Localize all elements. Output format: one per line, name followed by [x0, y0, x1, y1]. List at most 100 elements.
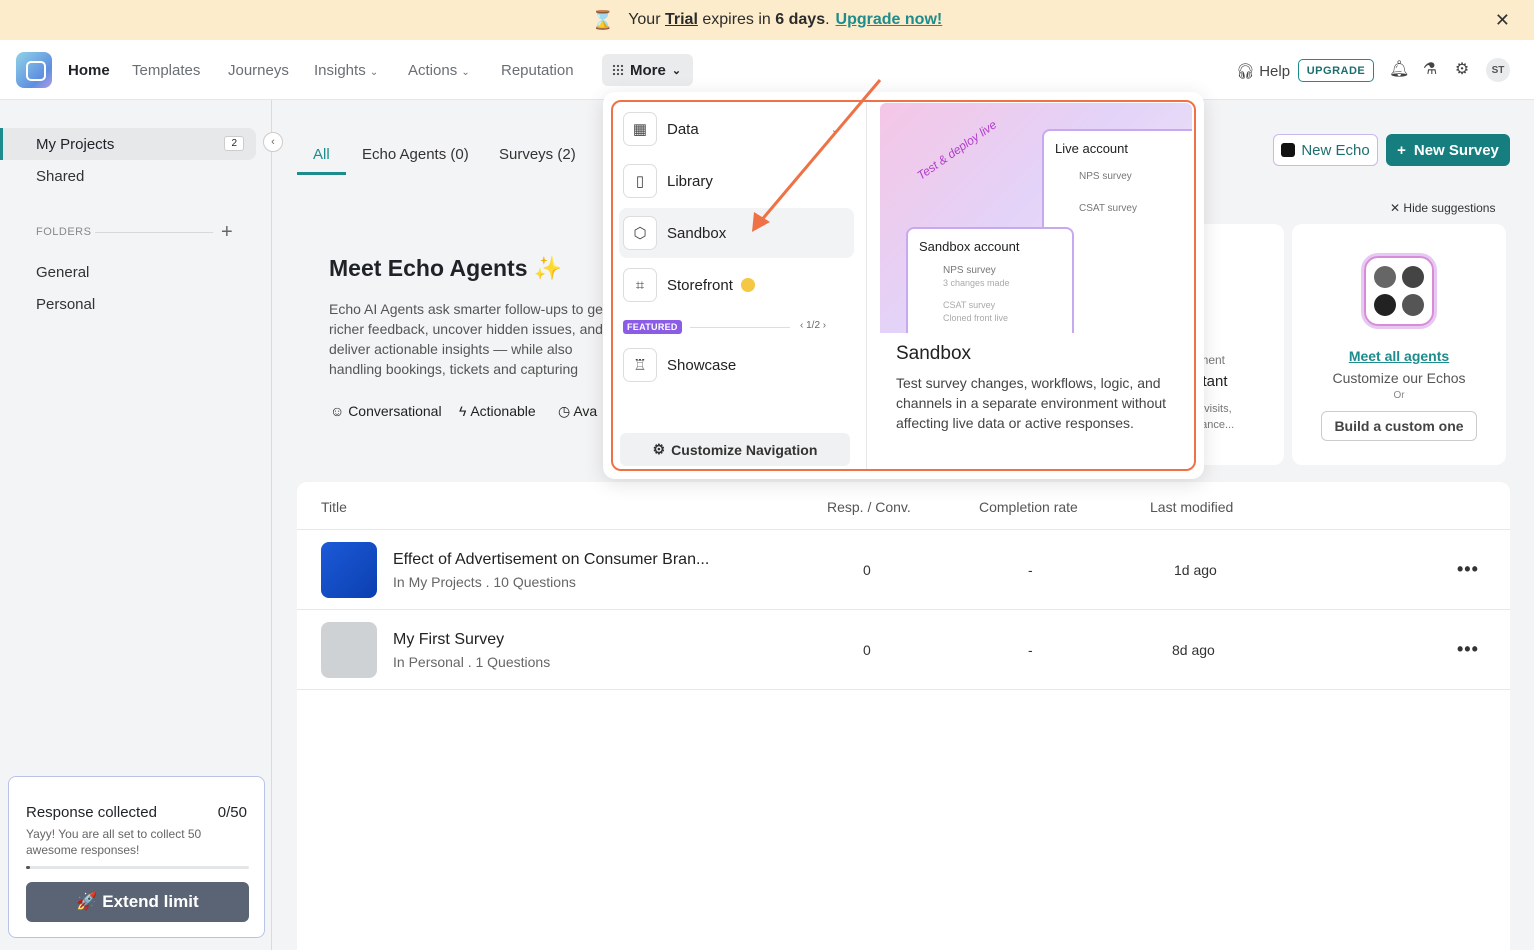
sandbox-preview-image: Test & deploy live Live account NPS surv…: [880, 103, 1192, 333]
help-button[interactable]: 🎧︎ Help: [1236, 62, 1290, 80]
feature-conversational: ☺ Conversational: [330, 403, 442, 419]
banner-days: 6 days: [775, 11, 826, 28]
sidebar-item-my-projects[interactable]: My Projects 2: [0, 128, 256, 160]
avatar: [1402, 294, 1424, 316]
banner-expires: expires in: [702, 11, 771, 28]
echo-title: Meet Echo Agents ✨: [329, 255, 563, 281]
tab-all[interactable]: All: [313, 146, 330, 163]
add-folder-icon[interactable]: +: [221, 221, 233, 244]
response-progress: [26, 866, 249, 869]
bell-icon[interactable]: 🔔︎: [1389, 61, 1409, 79]
gear-icon[interactable]: ⚙: [1453, 61, 1471, 79]
tab-echo-agents[interactable]: Echo Agents (0): [362, 146, 469, 163]
book-icon: ▯: [623, 164, 657, 198]
menu-item-showcase[interactable]: ♖ Showcase: [619, 340, 854, 390]
bolt-icon: ϟ: [459, 403, 467, 419]
menu-item-storefront[interactable]: ⌗ Storefront: [619, 260, 854, 310]
clock-icon: ◷: [558, 403, 571, 419]
nav-templates[interactable]: Templates: [132, 62, 200, 79]
nav-insights[interactable]: Insights ⌄: [314, 62, 378, 79]
hide-suggestions-button[interactable]: ✕ Hide suggestions: [1390, 201, 1495, 215]
response-title: Response collected: [26, 804, 157, 821]
sidebar-item-shared[interactable]: Shared: [36, 168, 84, 185]
row-title[interactable]: My First Survey: [393, 631, 504, 649]
new-echo-button[interactable]: New Echo: [1273, 134, 1378, 166]
preview-description: Test survey changes, workflows, logic, a…: [896, 375, 1167, 431]
new-echo-label: New Echo: [1301, 141, 1370, 159]
new-survey-button[interactable]: + New Survey: [1386, 134, 1510, 166]
col-completion: Completion rate: [979, 499, 1078, 515]
preview-title: Sandbox: [896, 343, 972, 364]
menu-item-sandbox[interactable]: ⬡ Sandbox: [619, 208, 854, 258]
nav-actions-label: Actions: [408, 62, 458, 79]
chevron-down-icon: ⌄: [461, 67, 470, 78]
chevron-down-icon: ⌄: [671, 64, 682, 77]
nav-reputation[interactable]: Reputation: [501, 62, 574, 79]
row-subtitle: In Personal . 1 Questions: [393, 654, 551, 670]
sitemap-icon: ⌗: [623, 268, 657, 302]
row-resp: 0: [863, 562, 871, 578]
menu-item-library[interactable]: ▯ Library: [619, 156, 854, 206]
chevron-down-icon: ⌄: [369, 67, 379, 78]
plus-icon: +: [1397, 141, 1406, 159]
nav-actions[interactable]: Actions ⌄: [408, 62, 470, 79]
echo-icon: [1281, 143, 1296, 157]
nav-insights-label: Insights: [314, 62, 366, 79]
more-menu-button[interactable]: More ⌄: [602, 54, 693, 86]
row-modified: 1d ago: [1174, 562, 1217, 578]
extend-limit-button[interactable]: 🚀 Extend limit: [26, 882, 249, 922]
app-logo[interactable]: [16, 52, 52, 88]
response-desc: Yayy! You are all set to collect 50 awes…: [26, 827, 202, 857]
close-icon[interactable]: ✕: [1495, 10, 1510, 31]
cube-icon: ⬡: [623, 216, 657, 250]
upgrade-button[interactable]: UPGRADE: [1298, 59, 1374, 82]
menu-item-label: Data: [667, 120, 699, 138]
menu-item-label: Showcase: [667, 356, 737, 374]
featured-badge: FEATURED: [623, 320, 682, 334]
divider: [690, 327, 790, 328]
echo-description: Echo AI Agents ask smarter follow-ups to…: [329, 301, 607, 377]
gear-icon: ⚙: [652, 441, 666, 457]
sidebar-item-general[interactable]: General: [36, 264, 89, 281]
collapse-sidebar-icon[interactable]: ‹: [263, 132, 283, 152]
meet-all-agents-link[interactable]: Meet all agents: [1292, 348, 1506, 364]
help-label: Help: [1259, 63, 1291, 80]
active-tab-indicator: [297, 172, 346, 175]
upgrade-now-link[interactable]: Upgrade now!: [836, 11, 943, 29]
menu-item-data[interactable]: ▦ Data ⌄: [619, 104, 854, 154]
feature-label: Conversational: [348, 403, 442, 419]
tab-surveys[interactable]: Surveys (2): [499, 146, 576, 163]
progress-fill: [26, 866, 31, 869]
folders-heading: FOLDERS: [36, 226, 92, 238]
featured-pager[interactable]: ‹ 1/2 ›: [800, 320, 826, 331]
meet-sub: Customize our Echos: [1332, 370, 1466, 386]
hourglass-icon: ⌛: [591, 9, 615, 30]
nav-home[interactable]: Home: [68, 62, 110, 79]
row-title[interactable]: Effect of Advertisement on Consumer Bran…: [393, 551, 709, 569]
divider: [297, 689, 1510, 690]
row-resp: 0: [863, 642, 871, 658]
survey-table: Title Resp. / Conv. Completion rate Last…: [297, 482, 1510, 950]
smile-icon: ☺: [330, 403, 345, 419]
avatar[interactable]: ST: [1486, 58, 1510, 82]
customize-navigation-button[interactable]: ⚙ Customize Navigation: [620, 433, 850, 466]
banner-dot: .: [825, 11, 830, 28]
avatar: [1374, 294, 1396, 316]
divider: [297, 529, 1510, 530]
build-custom-button[interactable]: Build a custom one: [1321, 411, 1477, 441]
live-title: Live account: [1055, 141, 1128, 156]
customize-label: Customize Navigation: [671, 441, 818, 458]
divider: [297, 609, 1510, 610]
more-label: More: [630, 61, 666, 79]
row-completion: -: [1028, 562, 1033, 578]
agent-avatars: [1364, 256, 1434, 326]
new-survey-label: New Survey: [1413, 141, 1499, 159]
nav-journeys[interactable]: Journeys: [228, 62, 289, 79]
flask-icon[interactable]: ⚗: [1421, 61, 1439, 79]
divider: [866, 100, 867, 471]
more-options-icon[interactable]: •••: [1457, 639, 1479, 660]
more-options-icon[interactable]: •••: [1457, 559, 1479, 580]
sidebar-item-label: My Projects: [36, 135, 115, 153]
sidebar-item-personal[interactable]: Personal: [36, 296, 95, 313]
agent-card-partial[interactable]: tment stant e visits, nance...: [1190, 224, 1284, 465]
